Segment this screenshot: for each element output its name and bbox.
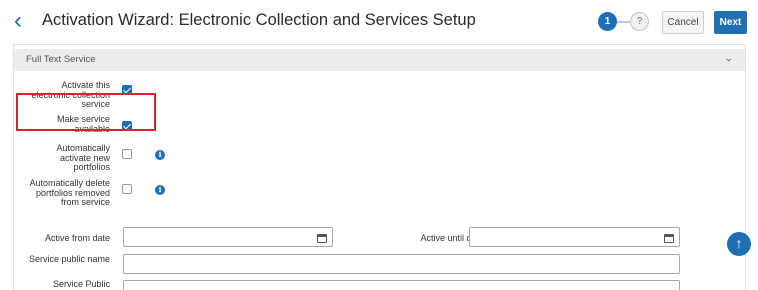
step-connector [617,21,630,23]
public-name-label: Service public name [28,254,110,264]
scroll-top-button[interactable]: ↑ [727,232,751,256]
highlight-annotation [16,93,156,131]
step-indicator-2: ? [630,12,649,31]
active-until-label: Active until date [420,233,484,243]
info-icon[interactable]: i [155,150,165,160]
cancel-button[interactable]: Cancel [662,11,704,34]
public-name-input[interactable] [123,254,680,274]
public-note-label: Service Public [52,279,110,289]
step-indicator-1: 1 [598,12,617,31]
chevron-down-icon[interactable]: ⌄ [724,53,735,64]
wizard-header: ‹ Activation Wizard: Electronic Collecti… [0,0,758,44]
active-from-date-input[interactable] [123,227,333,247]
full-text-service-panel: Full Text Service ⌄ Activate this electr… [13,44,746,290]
auto-activate-checkbox[interactable] [122,149,132,159]
active-until-date-input[interactable] [469,227,680,247]
auto-delete-checkbox[interactable] [122,184,132,194]
back-button[interactable]: ‹ [14,9,34,33]
calendar-icon[interactable] [317,234,327,243]
auto-delete-label: Automatically delete portfolios removed … [29,178,110,208]
section-header[interactable]: Full Text Service ⌄ [14,49,745,71]
chevron-left-icon: ‹ [14,7,22,34]
auto-activate-label: Automatically activate new portfolios [56,143,110,173]
info-icon[interactable]: i [155,185,165,195]
arrow-up-icon: ↑ [735,235,743,251]
calendar-icon[interactable] [664,234,674,243]
active-from-label: Active from date [44,233,110,243]
section-title: Full Text Service [26,54,96,65]
public-note-input[interactable] [123,280,680,290]
page-title: Activation Wizard: Electronic Collection… [42,11,476,29]
next-button[interactable]: Next [714,11,747,34]
